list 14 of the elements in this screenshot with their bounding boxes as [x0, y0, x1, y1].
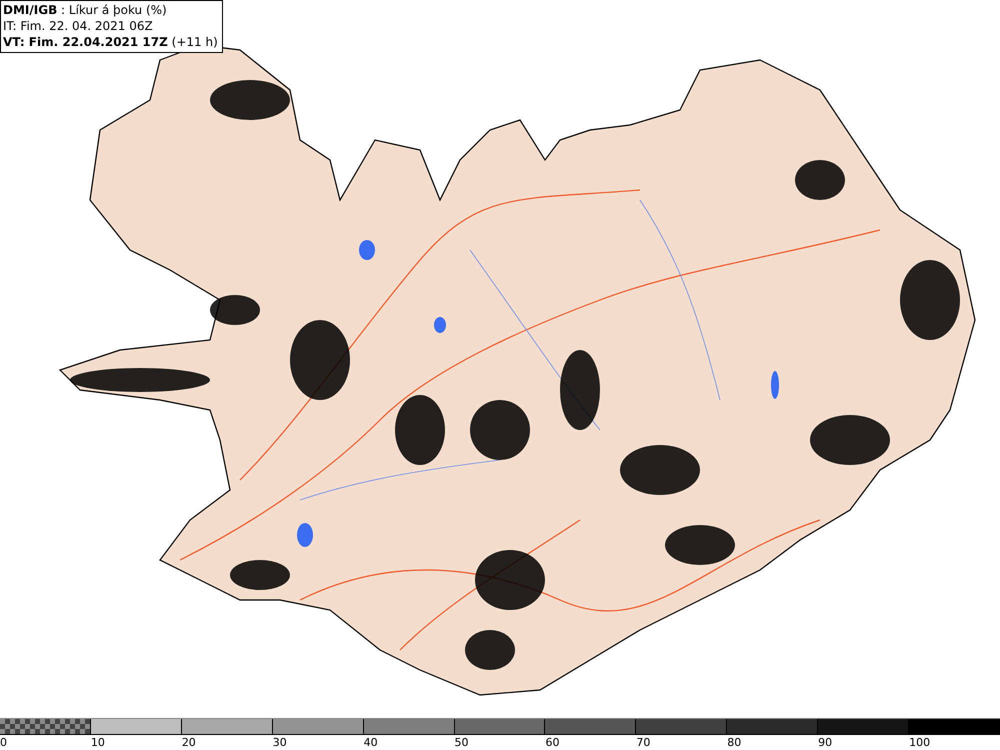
- scale-label: 70: [636, 735, 650, 750]
- scale-label: 90: [818, 735, 832, 750]
- scale-label: 20: [182, 735, 196, 750]
- scale-label: 0: [0, 735, 7, 750]
- scale-label: 60: [545, 735, 560, 750]
- scale-label: 80: [727, 735, 742, 750]
- scale-label: 30: [272, 735, 287, 750]
- info-text: IT: Fim. 22. 04. 2021 06Z: [3, 18, 154, 34]
- info-text: VT: Fim. 22.04.2021 17Z (+11 h): [3, 34, 218, 50]
- info-text: DMI/IGB : Líkur á þoku (%): [3, 2, 168, 18]
- scale-label: 40: [364, 735, 378, 750]
- scale-label: 100: [909, 735, 930, 750]
- scale-label: 10: [90, 735, 105, 750]
- scale-label: 50: [454, 735, 469, 750]
